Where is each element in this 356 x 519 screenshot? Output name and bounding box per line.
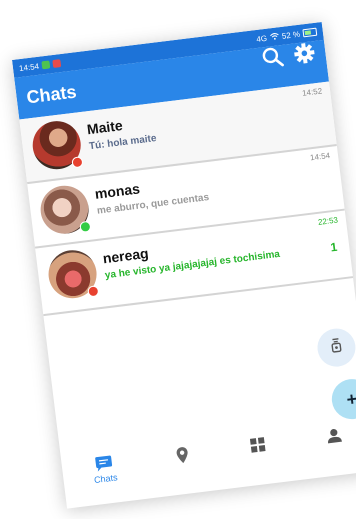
chat-time: 14:52 [301,86,323,98]
chat-name: nereag [101,244,150,267]
chat-name: monas [93,180,141,202]
game-icon [328,336,344,359]
nav-map[interactable] [175,445,191,467]
battery-label: 52 % [281,29,301,41]
location-pin-icon [175,445,191,467]
phone-screen: 14:54 4G 52 % Chats Maite Tú: hola maite… [12,21,356,509]
battery-icon [302,27,318,38]
nav-chats[interactable]: Chats [91,454,118,485]
page-title: Chats [25,80,78,107]
notification-icon [52,59,62,69]
status-dot [71,156,84,169]
status-dot [87,285,100,298]
status-time: 14:54 [18,61,40,73]
unread-count: 1 [329,239,339,255]
search-icon[interactable] [260,45,285,70]
add-label: + [345,388,356,410]
nav-profile[interactable] [325,427,343,447]
bottom-nav: Chats [60,415,356,509]
nav-grid[interactable] [249,436,267,456]
game-button[interactable] [315,326,356,369]
chat-time: 14:54 [309,150,331,163]
chat-list: Maite Tú: hola maite 14:52 monas me abur… [19,81,354,317]
add-chat-button[interactable]: + [329,376,356,422]
wifi-icon [269,32,279,42]
nav-chats-label: Chats [93,472,119,486]
gear-icon[interactable] [292,41,317,66]
person-icon [325,427,343,447]
chat-bubble-icon [94,455,114,475]
network-label: 4G [255,33,268,44]
status-dot [79,220,92,233]
chat-time: 22:53 [317,215,339,227]
chat-name: Maite [86,117,124,138]
grid-icon [249,436,267,456]
notification-icon [41,60,51,70]
